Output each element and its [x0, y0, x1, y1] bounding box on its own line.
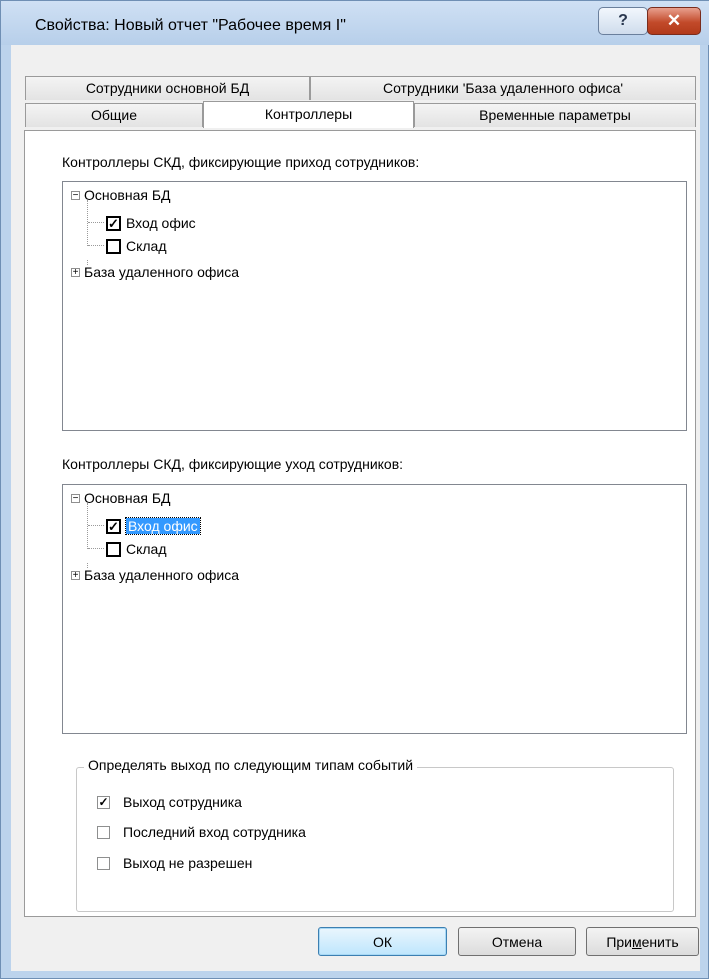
exit-event-types-title: Определять выход по следующим типам собы…: [84, 757, 418, 773]
checkbox-empty[interactable]: [106, 541, 121, 557]
expand-icon[interactable]: +: [71, 570, 80, 580]
option-label: Выход сотрудника: [123, 794, 242, 810]
properties-dialog: Свойства: Новый отчет "Рабочее время I" …: [0, 0, 709, 979]
tab-controllers[interactable]: Контроллеры: [203, 101, 414, 128]
title-bar: Свойства: Новый отчет "Рабочее время I" …: [1, 1, 709, 45]
help-button[interactable]: ?: [598, 7, 648, 35]
tab-general[interactable]: Общие: [25, 103, 203, 127]
check-icon[interactable]: ✓: [106, 215, 121, 231]
tree-node-warehouse[interactable]: Склад: [106, 235, 167, 257]
expand-icon[interactable]: +: [71, 267, 80, 277]
help-icon: ?: [618, 12, 628, 29]
tree-node-label: Склад: [126, 238, 167, 254]
exit-controllers-tree[interactable]: − Основная БД ✓ Вход офис Склад + База у…: [62, 484, 687, 734]
entry-controllers-tree[interactable]: − Основная БД ✓ Вход офис Склад + База у…: [62, 181, 687, 431]
close-icon: ✕: [666, 11, 682, 30]
tree-node-label: Основная БД: [84, 187, 171, 203]
tab-time-parameters[interactable]: Временные параметры: [414, 103, 696, 127]
tree-node-label: Вход офис: [126, 215, 196, 231]
tree-node-label: База удаленного офиса: [84, 567, 239, 583]
tree-node-label: База удаленного офиса: [84, 264, 239, 280]
tree-node-entrance-office[interactable]: ✓ Вход офис: [106, 515, 201, 537]
exit-controllers-label: Контроллеры СКД, фиксирующие уход сотруд…: [62, 456, 404, 472]
tree-node-main-db[interactable]: − Основная БД: [71, 487, 171, 509]
tree-node-label-selected: Вход офис: [125, 517, 201, 535]
apply-label-start: При: [606, 933, 632, 950]
tree-node-main-db[interactable]: − Основная БД: [71, 184, 171, 206]
tree-node-warehouse[interactable]: Склад: [106, 538, 167, 560]
cancel-button[interactable]: Отмена: [458, 927, 576, 956]
checkbox-empty[interactable]: [97, 825, 110, 839]
tree-node-remote-office[interactable]: + База удаленного офиса: [71, 564, 239, 586]
close-button[interactable]: ✕: [647, 7, 701, 35]
window-title: Свойства: Новый отчет "Рабочее время I": [35, 17, 346, 34]
option-label: Последний вход сотрудника: [123, 824, 306, 840]
apply-button[interactable]: При м енить: [586, 927, 699, 956]
collapse-icon[interactable]: −: [71, 493, 80, 503]
option-label: Выход не разрешен: [123, 855, 253, 871]
check-icon[interactable]: ✓: [97, 795, 110, 809]
apply-label-end: енить: [641, 933, 679, 950]
tree-node-label: Склад: [126, 541, 167, 557]
checkbox-empty[interactable]: [97, 856, 110, 870]
option-exit-denied[interactable]: Выход не разрешен: [97, 855, 252, 871]
entry-controllers-label: Контроллеры СКД, фиксирующие приход сотр…: [62, 154, 420, 170]
tab-main-db-employees[interactable]: Сотрудники основной БД: [25, 76, 310, 100]
apply-label-mnemonic: м: [632, 933, 642, 950]
option-last-employee-entry[interactable]: Последний вход сотрудника: [97, 824, 306, 840]
tree-node-label: Основная БД: [84, 490, 171, 506]
option-employee-exit[interactable]: ✓ Выход сотрудника: [97, 794, 242, 810]
checkbox-empty[interactable]: [106, 238, 121, 254]
check-icon[interactable]: ✓: [106, 518, 121, 534]
tree-node-entrance-office[interactable]: ✓ Вход офис: [106, 212, 196, 234]
collapse-icon[interactable]: −: [71, 190, 80, 200]
tab-remote-office-employees[interactable]: Сотрудники 'База удаленного офиса': [310, 76, 696, 100]
tree-node-remote-office[interactable]: + База удаленного офиса: [71, 261, 239, 283]
ok-button[interactable]: ОК: [318, 927, 447, 956]
